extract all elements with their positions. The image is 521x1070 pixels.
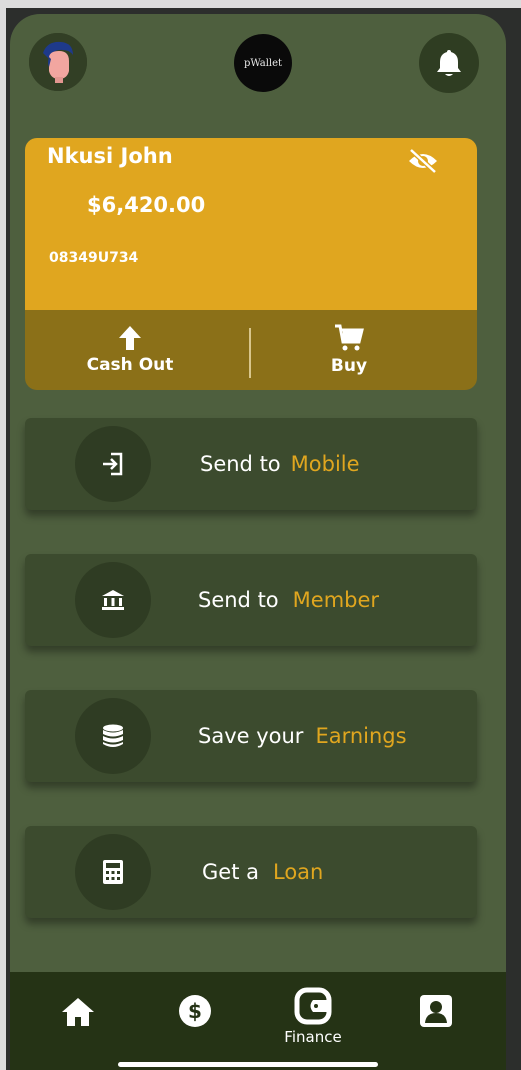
- calculator-icon: [103, 860, 123, 884]
- buy-label: Buy: [330, 356, 368, 376]
- bank-icon: [102, 590, 124, 610]
- window-frame-left: [0, 0, 6, 1070]
- database-icon: [103, 724, 123, 747]
- home-indicator: [118, 1062, 378, 1067]
- nav-home[interactable]: [43, 986, 113, 1056]
- get-loan-main: Get a: [202, 860, 259, 884]
- svg-text:$: $: [188, 999, 202, 1023]
- cart-icon: [335, 324, 364, 351]
- user-avatar-icon: [29, 33, 87, 91]
- send-to-member-text: Send to Member: [198, 554, 379, 646]
- bottom-nav: $ Finance: [10, 972, 506, 1070]
- dollar-icon: $: [179, 995, 211, 1027]
- nav-finance-label: Finance: [284, 1028, 342, 1046]
- card-holder-name: Nkusi John: [47, 144, 173, 168]
- send-to-mobile-accent: Mobile: [290, 452, 360, 476]
- send-to-member-icon-circle: [75, 562, 151, 638]
- send-to-member-main: Send to: [198, 588, 279, 612]
- window-frame-top: [0, 0, 521, 8]
- wallet-card: Nkusi John $6,420.00 08349U734 Cash Out: [25, 138, 477, 390]
- home-icon: [62, 998, 94, 1026]
- get-loan-icon-circle: [75, 834, 151, 910]
- save-earnings-button[interactable]: Save your Earnings: [25, 690, 477, 782]
- get-loan-button[interactable]: Get a Loan: [25, 826, 477, 918]
- top-bar: pWallet: [10, 14, 506, 114]
- send-to-mobile-button[interactable]: Send to Mobile: [25, 418, 477, 510]
- card-balance: $6,420.00: [87, 193, 206, 217]
- nav-payments[interactable]: $: [160, 986, 230, 1056]
- nav-finance[interactable]: Finance: [278, 986, 348, 1056]
- send-to-mobile-text: Send to Mobile: [200, 418, 360, 510]
- cash-out-button[interactable]: Cash Out: [30, 310, 230, 390]
- save-earnings-text: Save your Earnings: [198, 690, 407, 782]
- save-earnings-accent: Earnings: [315, 724, 407, 748]
- contact-icon: [420, 995, 452, 1027]
- send-to-member-accent: Member: [292, 588, 380, 612]
- nav-contacts[interactable]: [401, 986, 471, 1056]
- send-to-mobile-main: Send to: [200, 452, 281, 476]
- get-loan-text: Get a Loan: [202, 826, 323, 918]
- app-logo: pWallet: [234, 34, 292, 92]
- arrow-up-icon: [119, 326, 141, 350]
- wallet-icon: [294, 987, 332, 1025]
- avatar[interactable]: [29, 33, 87, 91]
- send-to-member-button[interactable]: Send to Member: [25, 554, 477, 646]
- logo-text: pWallet: [243, 57, 283, 69]
- get-loan-accent: Loan: [272, 860, 324, 884]
- save-earnings-icon-circle: [75, 698, 151, 774]
- card-account-number: 08349U734: [49, 250, 139, 266]
- bell-icon: [437, 50, 461, 76]
- save-earnings-main: Save your: [198, 724, 304, 748]
- send-to-mobile-icon-circle: [75, 426, 151, 502]
- buy-button[interactable]: Buy: [249, 310, 449, 390]
- cash-out-label: Cash Out: [86, 355, 174, 375]
- eye-off-icon: [409, 148, 437, 174]
- phone-screen: pWallet Nkusi John $6,420.00 08349U734 C…: [10, 14, 506, 1070]
- notifications-button[interactable]: [419, 33, 479, 93]
- hide-balance-toggle[interactable]: [405, 147, 441, 175]
- login-icon: [103, 452, 123, 476]
